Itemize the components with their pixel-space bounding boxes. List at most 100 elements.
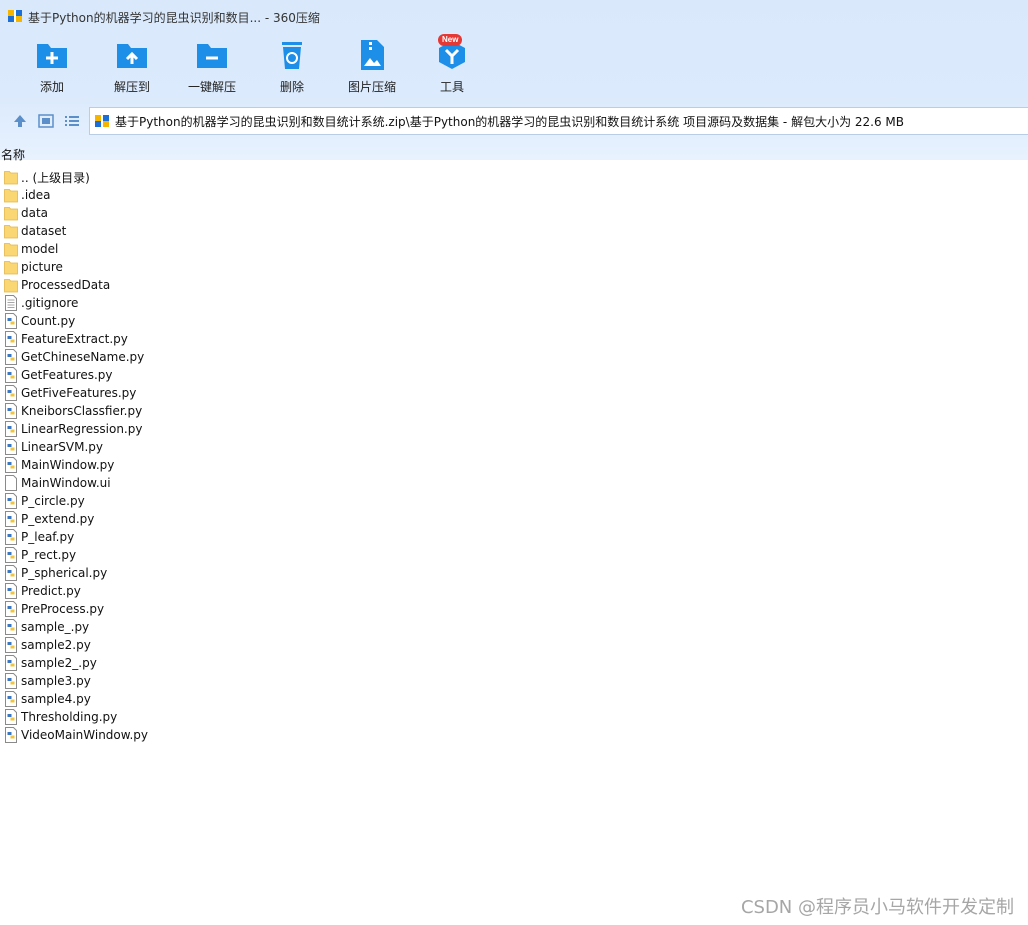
file-row[interactable]: dataset bbox=[0, 222, 1028, 240]
file-list: .. (上级目录) .idea data dataset model picture Pro… bbox=[0, 168, 1028, 744]
file-name: .gitignore bbox=[21, 296, 79, 310]
file-row[interactable]: MainWindow.ui bbox=[0, 474, 1028, 492]
file-row[interactable]: picture bbox=[0, 258, 1028, 276]
window-title: 基于Python的机器学习的昆虫识别和数目... - 360压缩 bbox=[28, 11, 320, 25]
file-row[interactable]: data bbox=[0, 204, 1028, 222]
file-row[interactable]: FeatureExtract.py bbox=[0, 330, 1028, 348]
add-button[interactable]: 添加 bbox=[16, 38, 88, 98]
file-row[interactable]: GetFiveFeatures.py bbox=[0, 384, 1028, 402]
extract-to-button[interactable]: 解压到 bbox=[96, 38, 168, 98]
tools-button[interactable]: New 工具 bbox=[416, 34, 488, 98]
file-name: FeatureExtract.py bbox=[21, 332, 128, 346]
thumbnail-view-icon[interactable] bbox=[38, 113, 54, 129]
file-name: picture bbox=[21, 260, 63, 274]
file-name: P_circle.py bbox=[21, 494, 85, 508]
file-name: dataset bbox=[21, 224, 67, 238]
file-name: P_rect.py bbox=[21, 548, 77, 562]
title-bar: 基于Python的机器学习的昆虫识别和数目... - 360压缩 bbox=[0, 0, 1028, 34]
delete-label: 删除 bbox=[279, 80, 304, 94]
file-row[interactable]: Count.py bbox=[0, 312, 1028, 330]
list-view-icon[interactable] bbox=[64, 113, 80, 129]
blank-file-icon bbox=[4, 475, 18, 491]
file-name: .. (上级目录) bbox=[21, 170, 90, 185]
file-row[interactable]: P_extend.py bbox=[0, 510, 1028, 528]
file-name: GetChineseName.py bbox=[21, 350, 145, 364]
file-row[interactable]: Predict.py bbox=[0, 582, 1028, 600]
file-row[interactable]: P_rect.py bbox=[0, 546, 1028, 564]
folder-icon bbox=[4, 259, 18, 275]
file-row[interactable]: LinearRegression.py bbox=[0, 420, 1028, 438]
python-file-icon bbox=[4, 637, 18, 653]
image-compress-button[interactable]: 图片压缩 bbox=[336, 38, 408, 98]
python-file-icon bbox=[4, 709, 18, 725]
file-row[interactable]: .gitignore bbox=[0, 294, 1028, 312]
file-row[interactable]: VideoMainWindow.py bbox=[0, 726, 1028, 744]
file-row[interactable]: LinearSVM.py bbox=[0, 438, 1028, 456]
tools-label: 工具 bbox=[439, 80, 464, 94]
file-name: Count.py bbox=[21, 314, 76, 328]
file-row[interactable]: MainWindow.py bbox=[0, 456, 1028, 474]
file-name: Thresholding.py bbox=[21, 710, 118, 724]
python-file-icon bbox=[4, 655, 18, 671]
folder-icon bbox=[4, 187, 18, 203]
file-name: MainWindow.ui bbox=[21, 476, 111, 490]
file-row[interactable]: sample2.py bbox=[0, 636, 1028, 654]
file-name: data bbox=[21, 206, 49, 220]
python-file-icon bbox=[4, 727, 18, 743]
address-bar[interactable]: 基于Python的机器学习的昆虫识别和数目统计系统.zip\基于Python的机… bbox=[89, 107, 1028, 135]
file-row[interactable]: model bbox=[0, 240, 1028, 258]
file-row[interactable]: sample3.py bbox=[0, 672, 1028, 690]
file-row[interactable]: sample2_.py bbox=[0, 654, 1028, 672]
up-arrow-icon[interactable] bbox=[12, 113, 28, 129]
folder-icon bbox=[4, 223, 18, 239]
python-file-icon bbox=[4, 439, 18, 455]
file-name: ProcessedData bbox=[21, 278, 111, 292]
file-name: PreProcess.py bbox=[21, 602, 105, 616]
file-name: model bbox=[21, 242, 59, 256]
file-name: sample2_.py bbox=[21, 656, 97, 670]
python-file-icon bbox=[4, 583, 18, 599]
python-file-icon bbox=[4, 493, 18, 509]
image-compress-icon bbox=[361, 40, 384, 70]
folder-icon bbox=[4, 205, 18, 221]
file-row[interactable]: P_leaf.py bbox=[0, 528, 1028, 546]
one-click-extract-button[interactable]: 一键解压 bbox=[176, 38, 248, 98]
python-file-icon bbox=[4, 511, 18, 527]
add-folder-icon bbox=[37, 44, 67, 68]
python-file-icon bbox=[4, 421, 18, 437]
file-row[interactable]: Thresholding.py bbox=[0, 708, 1028, 726]
zip-archive-icon bbox=[95, 115, 109, 127]
file-row[interactable]: KneiborsClassfier.py bbox=[0, 402, 1028, 420]
file-row[interactable]: .idea bbox=[0, 186, 1028, 204]
file-row[interactable]: P_circle.py bbox=[0, 492, 1028, 510]
file-row[interactable]: P_spherical.py bbox=[0, 564, 1028, 582]
file-row[interactable]: GetChineseName.py bbox=[0, 348, 1028, 366]
file-name: LinearSVM.py bbox=[21, 440, 104, 454]
file-name: LinearRegression.py bbox=[21, 422, 143, 436]
file-row[interactable]: GetFeatures.py bbox=[0, 366, 1028, 384]
column-header-name[interactable]: 名称 bbox=[0, 146, 1028, 164]
new-badge: New bbox=[438, 34, 463, 46]
delete-button[interactable]: 删除 bbox=[256, 38, 328, 98]
python-file-icon bbox=[4, 619, 18, 635]
file-row[interactable]: PreProcess.py bbox=[0, 600, 1028, 618]
file-name: Predict.py bbox=[21, 584, 81, 598]
python-file-icon bbox=[4, 457, 18, 473]
python-file-icon bbox=[4, 367, 18, 383]
file-row[interactable]: sample4.py bbox=[0, 690, 1028, 708]
navigation-bar: 基于Python的机器学习的昆虫识别和数目统计系统.zip\基于Python的机… bbox=[0, 106, 1028, 136]
python-file-icon bbox=[4, 331, 18, 347]
python-file-icon bbox=[4, 385, 18, 401]
python-file-icon bbox=[4, 403, 18, 419]
file-name: .idea bbox=[21, 188, 51, 202]
one-click-folder-icon bbox=[197, 44, 227, 68]
file-row[interactable]: ProcessedData bbox=[0, 276, 1028, 294]
extract-to-label: 解压到 bbox=[113, 80, 150, 94]
file-row[interactable]: sample_.py bbox=[0, 618, 1028, 636]
address-path: 基于Python的机器学习的昆虫识别和数目统计系统.zip\基于Python的机… bbox=[115, 114, 905, 129]
folder-icon bbox=[4, 277, 18, 293]
file-name: sample2.py bbox=[21, 638, 91, 652]
add-label: 添加 bbox=[39, 80, 64, 94]
archive-app-icon bbox=[8, 10, 22, 22]
file-row[interactable]: .. (上级目录) bbox=[0, 168, 1028, 186]
